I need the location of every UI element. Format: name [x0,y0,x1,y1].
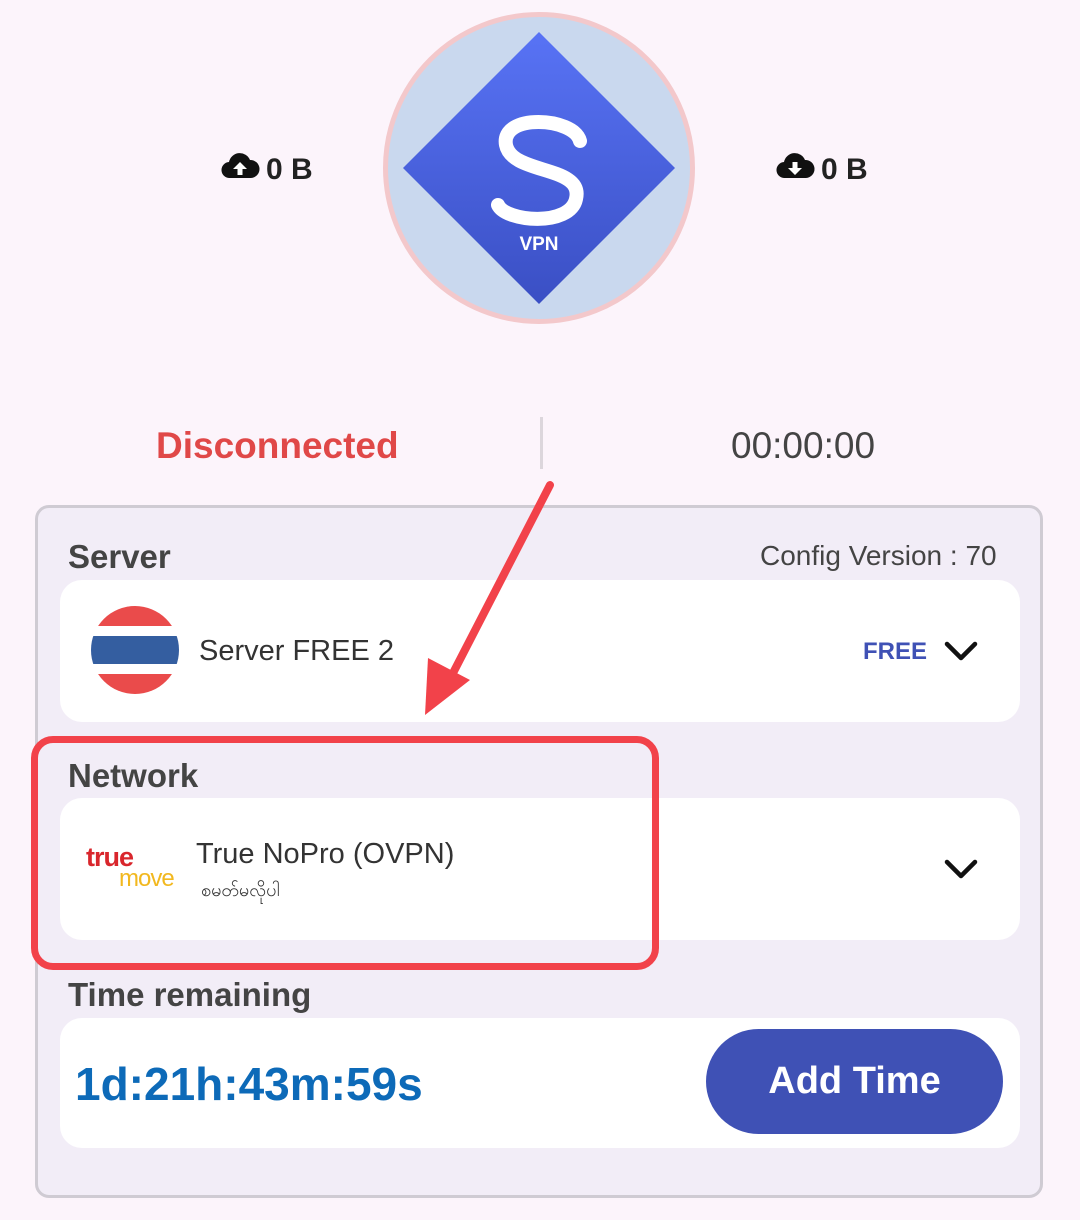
status-divider [540,417,543,469]
thailand-flag-icon [91,606,179,694]
time-remaining-value: 1d:21h:43m:59s [75,1058,423,1110]
chevron-down-icon [944,641,978,661]
free-badge: FREE [863,638,928,665]
connection-timer: 00:00:00 [731,425,876,466]
annotation-highlight-box [31,736,659,970]
connect-button[interactable]: VPN [383,12,695,324]
cloud-upload-icon [220,150,260,190]
upload-stat: 0 B [220,150,313,190]
upload-value: 0 B [266,153,313,186]
server-name: Server FREE 2 [199,635,394,667]
time-section-label: Time remaining [68,976,312,1013]
server-selector[interactable]: Server FREE 2 FREE [60,580,1020,722]
download-value: 0 B [821,153,868,186]
server-section-label: Server [68,538,171,575]
chevron-down-icon [944,859,978,879]
logo-vpn-text: VPN [519,234,558,255]
connection-status: Disconnected [156,425,399,466]
add-time-button[interactable]: Add Time [706,1029,1003,1134]
cloud-download-icon [775,150,815,190]
download-stat: 0 B [775,150,868,190]
config-version: Config Version : 70 [760,540,997,571]
s-vpn-logo: VPN [403,32,675,304]
